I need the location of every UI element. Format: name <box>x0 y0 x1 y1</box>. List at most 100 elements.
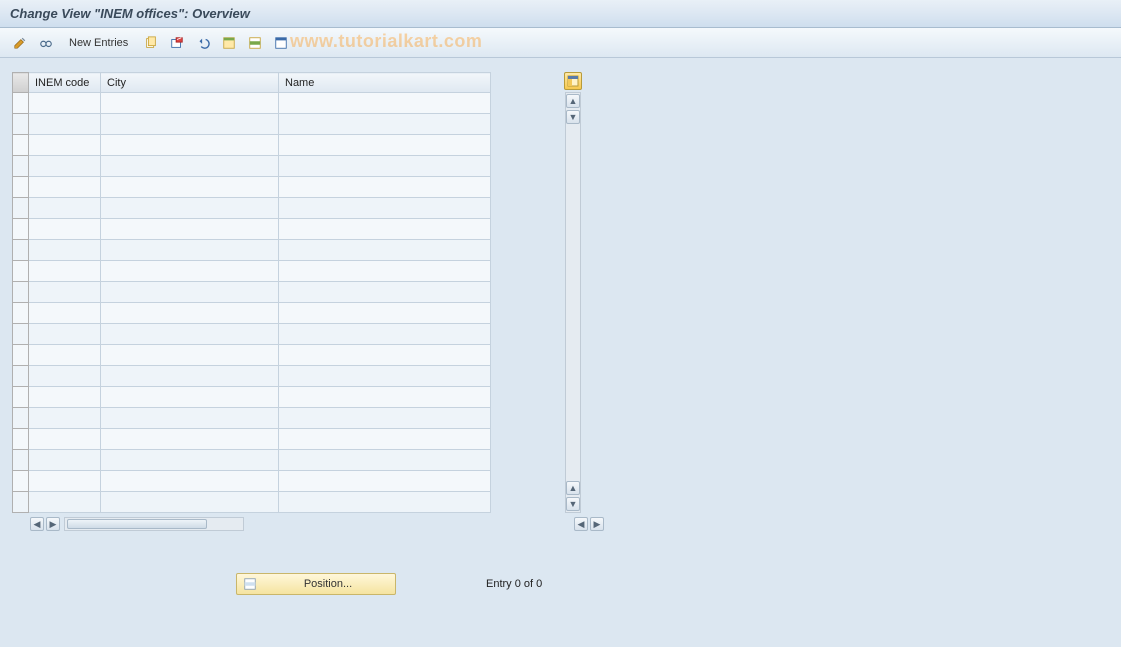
cell[interactable] <box>29 303 101 324</box>
cell[interactable] <box>29 240 101 261</box>
row-selector[interactable] <box>13 492 29 513</box>
cell[interactable] <box>101 450 279 471</box>
scroll-left-first-button[interactable]: ◀ <box>30 517 44 531</box>
scroll-up-end-button[interactable]: ▲ <box>566 481 580 495</box>
cell[interactable] <box>29 429 101 450</box>
cell[interactable] <box>101 93 279 114</box>
select-all-button[interactable] <box>219 33 239 53</box>
cell[interactable] <box>101 408 279 429</box>
cell[interactable] <box>101 240 279 261</box>
cell[interactable] <box>279 282 491 303</box>
scroll-down-end-button[interactable]: ▼ <box>566 497 580 511</box>
cell[interactable] <box>29 471 101 492</box>
row-selector-header[interactable] <box>13 73 29 93</box>
row-selector[interactable] <box>13 135 29 156</box>
cell[interactable] <box>101 387 279 408</box>
cell[interactable] <box>101 324 279 345</box>
row-selector[interactable] <box>13 114 29 135</box>
cell[interactable] <box>279 198 491 219</box>
cell[interactable] <box>29 366 101 387</box>
row-selector[interactable] <box>13 177 29 198</box>
row-selector[interactable] <box>13 261 29 282</box>
cell[interactable] <box>279 303 491 324</box>
cell[interactable] <box>279 240 491 261</box>
column-header-city[interactable]: City <box>101 73 279 93</box>
cell[interactable] <box>101 282 279 303</box>
other-view-button[interactable] <box>36 33 56 53</box>
row-selector[interactable] <box>13 387 29 408</box>
copy-as-button[interactable] <box>141 33 161 53</box>
deselect-all-button[interactable] <box>271 33 291 53</box>
row-selector[interactable] <box>13 324 29 345</box>
cell[interactable] <box>29 114 101 135</box>
cell[interactable] <box>29 219 101 240</box>
cell[interactable] <box>279 429 491 450</box>
cell[interactable] <box>279 366 491 387</box>
select-block-button[interactable] <box>245 33 265 53</box>
cell[interactable] <box>279 219 491 240</box>
row-selector[interactable] <box>13 156 29 177</box>
table-settings-button[interactable] <box>564 72 582 90</box>
cell[interactable] <box>29 135 101 156</box>
cell[interactable] <box>279 345 491 366</box>
cell[interactable] <box>29 345 101 366</box>
column-header-inem-code[interactable]: INEM code <box>29 73 101 93</box>
cell[interactable] <box>101 114 279 135</box>
cell[interactable] <box>29 156 101 177</box>
cell[interactable] <box>101 135 279 156</box>
cell[interactable] <box>101 303 279 324</box>
cell[interactable] <box>279 450 491 471</box>
cell[interactable] <box>29 492 101 513</box>
cell[interactable] <box>101 198 279 219</box>
toggle-display-change-button[interactable] <box>10 33 30 53</box>
cell[interactable] <box>279 492 491 513</box>
row-selector[interactable] <box>13 471 29 492</box>
cell[interactable] <box>101 261 279 282</box>
cell[interactable] <box>101 366 279 387</box>
cell[interactable] <box>101 219 279 240</box>
cell[interactable] <box>279 114 491 135</box>
cell[interactable] <box>29 198 101 219</box>
undo-change-button[interactable] <box>193 33 213 53</box>
cell[interactable] <box>29 387 101 408</box>
scroll-right-button[interactable]: ◀ <box>574 517 588 531</box>
cell[interactable] <box>29 177 101 198</box>
column-header-name[interactable]: Name <box>279 73 491 93</box>
row-selector[interactable] <box>13 450 29 471</box>
cell[interactable] <box>101 429 279 450</box>
scroll-down-button[interactable]: ▼ <box>566 110 580 124</box>
row-selector[interactable] <box>13 303 29 324</box>
row-selector[interactable] <box>13 219 29 240</box>
cell[interactable] <box>279 135 491 156</box>
vertical-scrollbar[interactable]: ▲ ▼ ▲ ▼ <box>565 92 581 513</box>
row-selector[interactable] <box>13 345 29 366</box>
delete-button[interactable] <box>167 33 187 53</box>
scroll-right-last-button[interactable]: ▶ <box>590 517 604 531</box>
cell[interactable] <box>279 93 491 114</box>
cell[interactable] <box>279 324 491 345</box>
cell[interactable] <box>279 177 491 198</box>
row-selector[interactable] <box>13 429 29 450</box>
hscroll-track[interactable] <box>64 517 244 531</box>
cell[interactable] <box>29 261 101 282</box>
cell[interactable] <box>29 408 101 429</box>
cell[interactable] <box>101 471 279 492</box>
cell[interactable] <box>101 345 279 366</box>
cell[interactable] <box>29 282 101 303</box>
row-selector[interactable] <box>13 93 29 114</box>
cell[interactable] <box>101 156 279 177</box>
cell[interactable] <box>101 177 279 198</box>
cell[interactable] <box>279 156 491 177</box>
position-button[interactable]: Position... <box>236 573 396 595</box>
row-selector[interactable] <box>13 282 29 303</box>
cell[interactable] <box>29 324 101 345</box>
row-selector[interactable] <box>13 408 29 429</box>
cell[interactable] <box>101 492 279 513</box>
row-selector[interactable] <box>13 198 29 219</box>
scroll-up-button[interactable]: ▲ <box>566 94 580 108</box>
cell[interactable] <box>279 408 491 429</box>
row-selector[interactable] <box>13 366 29 387</box>
scroll-left-button[interactable]: ▶ <box>46 517 60 531</box>
cell[interactable] <box>29 450 101 471</box>
hscroll-thumb[interactable] <box>67 519 207 529</box>
